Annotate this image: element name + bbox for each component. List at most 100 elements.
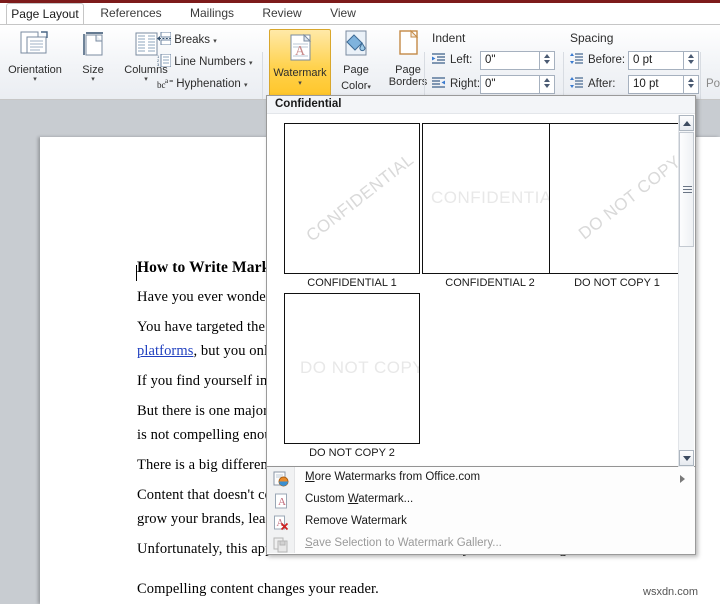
menu-item-custom-watermark[interactable]: A Custom Watermark... bbox=[267, 490, 695, 512]
ribbon-tab-strip: Page Layout References Mailings Review V… bbox=[0, 3, 720, 24]
spacing-after-input[interactable]: 10 pt bbox=[628, 75, 684, 94]
indent-left-stepper[interactable] bbox=[540, 51, 555, 70]
watermark-item-caption: CONFIDENTIAL 1 bbox=[307, 277, 397, 289]
spacing-before-input[interactable]: 0 pt bbox=[628, 51, 684, 70]
menu-item-rest: ore Watermarks from Office.com bbox=[314, 471, 481, 483]
watermark-preview-text: DO NOT COPY bbox=[300, 358, 420, 377]
watermark-label: Watermark bbox=[273, 67, 327, 79]
line-numbers-button[interactable]: 123 Line Numbers ▾ bbox=[157, 53, 253, 68]
menu-item-save-selection-to-watermark-gallery: Save Selection to Watermark Gallery... bbox=[267, 534, 695, 556]
watermark-gallery-header: Confidential bbox=[267, 96, 695, 114]
watermark-thumbnail: DO NOT COPY bbox=[549, 123, 685, 274]
svg-text:a: a bbox=[165, 77, 169, 85]
spacing-after-stepper[interactable] bbox=[684, 75, 699, 94]
tab-references[interactable]: References bbox=[92, 3, 170, 24]
svg-text:A: A bbox=[278, 496, 286, 508]
letter-a-x-icon: A bbox=[273, 515, 289, 531]
spacing-after-label: After: bbox=[588, 78, 616, 90]
menu-item-more-watermarks-from-office-com[interactable]: More Watermarks from Office.com bbox=[267, 468, 695, 490]
line-numbers-caret-icon[interactable]: ▾ bbox=[249, 60, 253, 67]
line-numbers-label: Line Numbers bbox=[174, 56, 246, 68]
menu-item-label: Custom Watermark... bbox=[305, 493, 413, 505]
hyphenation-caret-icon[interactable]: ▾ bbox=[244, 82, 248, 89]
page-borders-button[interactable]: Page Borders bbox=[380, 29, 436, 88]
menu-item-accel: M bbox=[305, 471, 315, 483]
spacing-before-label: Before: bbox=[588, 54, 626, 66]
tab-mailings[interactable]: Mailings bbox=[178, 3, 246, 24]
hyphenation-label: Hyphenation bbox=[176, 78, 241, 90]
indent-right-stepper[interactable] bbox=[540, 75, 555, 94]
watermark-item-caption: DO NOT COPY 1 bbox=[574, 277, 660, 289]
watermark-button[interactable]: A Watermark ▾ bbox=[269, 29, 331, 99]
tab-page-layout[interactable]: Page Layout bbox=[6, 3, 84, 24]
spacing-before-icon bbox=[570, 53, 583, 64]
orientation-button[interactable]: Orientation ▾ bbox=[2, 29, 68, 84]
menu-item-pre: Custom bbox=[305, 493, 348, 505]
hyphenation-button[interactable]: bc a Hyphenation ▾ bbox=[157, 76, 248, 90]
line-numbers-icon: 123 bbox=[157, 53, 172, 68]
page-color-label-line2: Color bbox=[341, 80, 368, 92]
watermark-preview-text: DO NOT COPY bbox=[575, 151, 685, 244]
indent-left-label: Left: bbox=[450, 54, 473, 66]
watermark-preview-text: CONFIDENTIAL bbox=[302, 149, 418, 246]
gallery-scroll-thumb[interactable] bbox=[679, 132, 694, 247]
watermark-preview-text: CONFIDENTIAL bbox=[431, 188, 558, 207]
indent-right-label: Right: bbox=[450, 78, 481, 90]
menu-item-accel: W bbox=[347, 493, 359, 505]
breaks-button[interactable]: Breaks ▾ bbox=[157, 31, 217, 46]
hyphenation-icon: bc a bbox=[157, 77, 173, 90]
indent-left-input[interactable]: 0" bbox=[480, 51, 540, 70]
watermark-item-caption: DO NOT COPY 2 bbox=[309, 447, 395, 459]
tab-view[interactable]: View bbox=[318, 3, 368, 24]
page-color-caret-icon[interactable]: ▾ bbox=[367, 84, 371, 92]
scroll-grip-icon bbox=[683, 186, 692, 187]
menu-item-label: More Watermarks from Office.com bbox=[305, 471, 480, 483]
letter-a-page-icon: A bbox=[273, 493, 289, 509]
menu-item-label: Remove Watermark bbox=[305, 515, 407, 527]
position-button-label-partial[interactable]: Po bbox=[706, 78, 720, 90]
watermark-thumbnail: CONFIDENTIAL bbox=[284, 123, 420, 274]
ribbon: Orientation ▾ Size ▾ Columns ▾ Breaks ▾ … bbox=[0, 24, 720, 120]
size-icon bbox=[83, 32, 103, 56]
menu-item-accel: S bbox=[305, 537, 313, 549]
site-watermark-text: wsxdn.com bbox=[643, 586, 699, 598]
menu-item-rest: ave Selection to Watermark Gallery... bbox=[312, 537, 502, 549]
watermark-thumbnail: CONFIDENTIAL bbox=[422, 123, 558, 274]
gallery-scroll-down-button[interactable] bbox=[679, 450, 694, 466]
watermark-thumbnail: DO NOT COPY bbox=[284, 293, 420, 444]
gallery-scrollbar[interactable] bbox=[678, 115, 694, 467]
page-color-label-line1: Page bbox=[343, 64, 369, 76]
platforms-link[interactable]: platforms bbox=[137, 343, 193, 359]
gallery-scroll-up-button[interactable] bbox=[679, 115, 694, 131]
menu-item-remove-watermark[interactable]: A Remove Watermark bbox=[267, 512, 695, 534]
breaks-label: Breaks bbox=[174, 34, 210, 46]
tab-review[interactable]: Review bbox=[252, 3, 312, 24]
orientation-label: Orientation bbox=[8, 64, 62, 76]
page-borders-label-line2: Borders bbox=[388, 76, 428, 88]
submenu-arrow-icon bbox=[680, 475, 685, 483]
page-color-icon bbox=[345, 30, 367, 56]
document-paragraph-8: Compelling content changes your reader. bbox=[137, 581, 379, 597]
watermark-gallery-dropdown[interactable]: Confidential CONFIDENTIAL CONFIDENTIAL 1… bbox=[266, 95, 696, 467]
spacing-before-stepper[interactable] bbox=[684, 51, 699, 70]
svg-text:3: 3 bbox=[157, 62, 160, 67]
size-button[interactable]: Size ▾ bbox=[70, 29, 116, 84]
menu-item-label: Save Selection to Watermark Gallery... bbox=[305, 537, 502, 549]
page-borders-label-line1: Page bbox=[395, 64, 421, 76]
size-label: Size bbox=[82, 64, 104, 76]
breaks-caret-icon[interactable]: ▾ bbox=[213, 38, 217, 45]
page-color-button[interactable]: Page Color▾ bbox=[334, 29, 378, 94]
watermark-gallery-menu[interactable]: More Watermarks from Office.com A Custom… bbox=[266, 467, 696, 555]
breaks-icon bbox=[157, 31, 172, 46]
orientation-icon bbox=[20, 31, 48, 54]
size-caret-icon[interactable]: ▾ bbox=[70, 76, 116, 84]
svg-text:A: A bbox=[295, 44, 306, 59]
watermark-caret-icon[interactable]: ▾ bbox=[270, 79, 330, 88]
save-gallery-icon bbox=[273, 537, 289, 553]
indent-right-input[interactable]: 0" bbox=[480, 75, 540, 94]
indent-right-icon bbox=[432, 77, 445, 88]
spacing-group-label: Spacing bbox=[570, 31, 614, 45]
globe-page-icon bbox=[273, 471, 289, 487]
page-borders-icon bbox=[399, 29, 419, 55]
orientation-caret-icon[interactable]: ▾ bbox=[2, 76, 68, 84]
